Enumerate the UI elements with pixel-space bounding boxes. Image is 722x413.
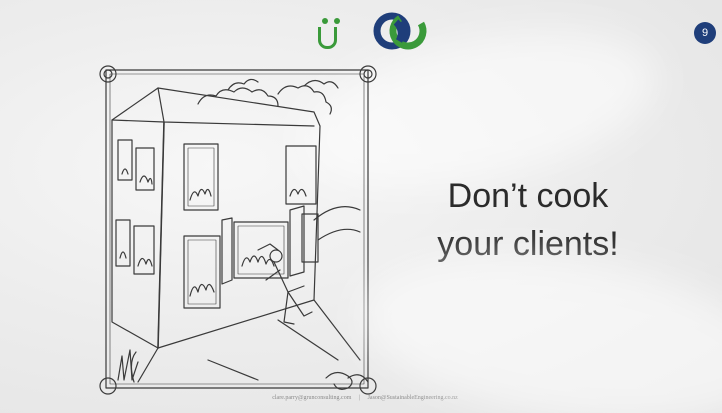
headline-line-2: your clients! <box>437 225 619 263</box>
footer-email-left[interactable]: clare.parry@grunconsulting.com <box>272 395 351 401</box>
presentation-slide: 9 Don’t cook your clients! clare.parry@g… <box>0 0 722 413</box>
interlocking-c-logo-icon <box>373 12 427 50</box>
footer-contacts: clare.parry@grunconsulting.com | Jason@S… <box>200 395 530 401</box>
page-number-badge: 9 <box>694 22 716 44</box>
footer-email-right[interactable]: Jason@SustainableEngineering.co.nz <box>368 395 458 401</box>
u-umlaut-logo-icon <box>315 12 349 56</box>
burning-house-illustration <box>99 65 377 395</box>
headline-line-1: Don’t cook <box>447 177 609 215</box>
slide-headline: Don’t cook your clients! <box>398 172 658 268</box>
footer-separator: | <box>358 395 361 401</box>
